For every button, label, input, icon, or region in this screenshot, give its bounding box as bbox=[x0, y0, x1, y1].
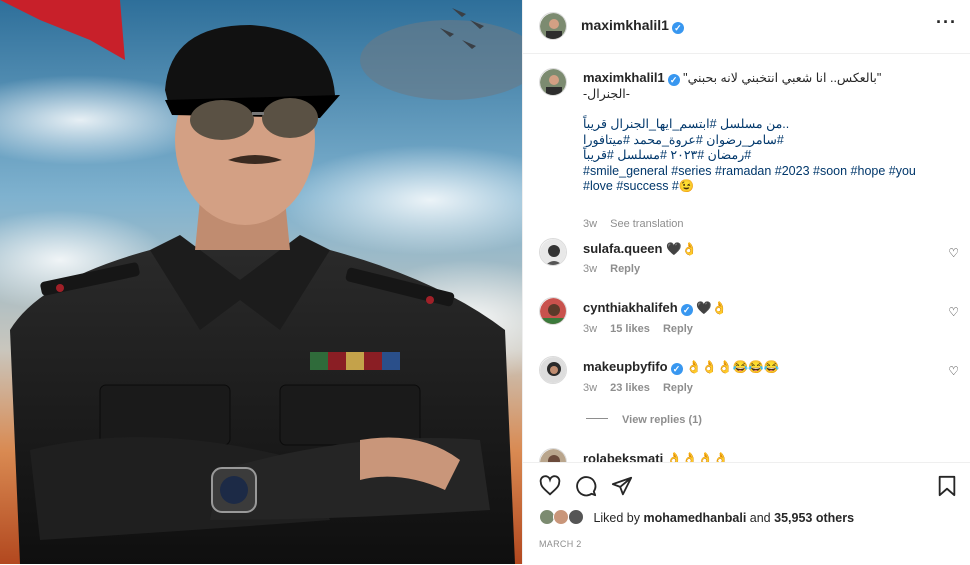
caption-line: "بالعكس.. انا شعبي انتخبني لانه بحبني" bbox=[683, 71, 882, 85]
comment-time: 3w bbox=[583, 382, 598, 394]
post-actions: Liked by mohamedhanbali and 35,953 other… bbox=[523, 462, 970, 565]
post-side-panel: maximkhalil1 ✓ ··· maximkhalil1 ✓ "بالعكس.… bbox=[522, 0, 970, 564]
comment-avatar[interactable] bbox=[539, 356, 567, 384]
comment-likes-count[interactable]: 23 likes bbox=[610, 382, 650, 394]
share-icon[interactable] bbox=[611, 475, 633, 502]
comment-avatar[interactable] bbox=[539, 238, 567, 266]
reply-button[interactable]: Reply bbox=[610, 263, 640, 275]
view-replies-button[interactable]: View replies (1) bbox=[622, 414, 702, 426]
caption-username[interactable]: maximkhalil1 ✓ bbox=[583, 70, 680, 86]
caption-time: 3w bbox=[583, 218, 598, 230]
bookmark-icon[interactable] bbox=[937, 475, 957, 502]
post-image bbox=[0, 0, 522, 564]
comment-meta: 3w 15 likes Reply bbox=[583, 323, 703, 335]
comment-meta: 3w 23 likes Reply bbox=[583, 382, 703, 394]
caption-hashtags[interactable]: #سامر_رضوان #عروة_محمد #ميتافورا bbox=[583, 133, 931, 149]
comment-meta: 3w Reply bbox=[583, 263, 650, 275]
comment-username[interactable]: cynthiakhalifeh ✓ bbox=[583, 300, 693, 316]
likes-prefix: Liked by bbox=[593, 511, 641, 525]
post-photo[interactable] bbox=[0, 0, 522, 564]
comment-text: 👌👌👌👌 bbox=[666, 452, 729, 462]
comment-username[interactable]: rolabeksmati bbox=[583, 451, 663, 462]
author-username-text[interactable]: maximkhalil1 bbox=[581, 17, 669, 33]
more-options-icon[interactable]: ··· bbox=[936, 12, 957, 33]
author-avatar[interactable] bbox=[539, 12, 567, 40]
comment-like-heart-icon[interactable]: ♡ bbox=[948, 246, 959, 260]
reply-button[interactable]: Reply bbox=[663, 323, 693, 335]
likes-count[interactable]: 35,953 others bbox=[774, 511, 854, 525]
caption-hashtags[interactable]: ..من مسلسل #ابتسم_ايها_الجنرال قريباً bbox=[583, 117, 931, 133]
caption-avatar[interactable] bbox=[539, 68, 567, 96]
verified-badge-icon: ✓ bbox=[670, 363, 683, 375]
comment-body: cynthiakhalifeh ✓ 🖤👌 bbox=[583, 300, 931, 317]
caption-line: -الجنرال- bbox=[583, 86, 630, 101]
likes-summary[interactable]: Liked by mohamedhanbali and 35,953 other… bbox=[539, 509, 854, 525]
comments-list[interactable]: maximkhalil1 ✓ "بالعكس.. انا شعبي انتخبني… bbox=[523, 54, 970, 462]
heart-icon[interactable] bbox=[539, 475, 561, 502]
comment-like-heart-icon[interactable]: ♡ bbox=[948, 364, 959, 378]
comment-body: makeupbyfifo ✓ 👌👌👌😂😂😂 bbox=[583, 359, 931, 376]
caption-meta: 3w See translation bbox=[583, 218, 694, 230]
caption-hashtags[interactable]: #love #success #😉 bbox=[583, 179, 931, 195]
caption-hashtags[interactable]: #رمضان #٢٠٢٣ #مسلسل #قريباً bbox=[583, 148, 931, 164]
verified-badge-icon: ✓ bbox=[671, 22, 684, 34]
comment-icon[interactable] bbox=[575, 475, 597, 502]
verified-badge-icon: ✓ bbox=[667, 74, 680, 86]
likes-and: and bbox=[749, 511, 771, 525]
reply-button[interactable]: Reply bbox=[663, 382, 693, 394]
comment-text: 🖤👌 bbox=[696, 301, 728, 315]
view-replies-line bbox=[586, 418, 608, 419]
comment-likes-count[interactable]: 15 likes bbox=[610, 323, 650, 335]
comment-text: 👌👌👌😂😂😂 bbox=[686, 360, 780, 374]
verified-badge-icon: ✓ bbox=[680, 304, 693, 316]
comment-avatar[interactable] bbox=[539, 297, 567, 325]
comment-username[interactable]: makeupbyfifo ✓ bbox=[583, 359, 683, 375]
comment-like-heart-icon[interactable]: ♡ bbox=[948, 305, 959, 319]
post-header: maximkhalil1 ✓ ··· bbox=[523, 0, 970, 54]
comment-time: 3w bbox=[583, 323, 598, 335]
comment-body: sulafa.queen 🖤👌 bbox=[583, 241, 931, 258]
view-replies[interactable]: View replies (1) bbox=[586, 414, 712, 426]
caption-hashtags[interactable]: #smile_general #series #ramadan #2023 #s… bbox=[583, 164, 931, 180]
see-translation-link[interactable]: See translation bbox=[610, 218, 683, 230]
likes-user[interactable]: mohamedhanbali bbox=[644, 511, 747, 525]
author-username[interactable]: maximkhalil1 ✓ bbox=[581, 17, 684, 34]
caption-body: maximkhalil1 ✓ "بالعكس.. انا شعبي انتخبني… bbox=[583, 70, 931, 195]
comment-avatar[interactable] bbox=[539, 448, 567, 462]
post-date[interactable]: MARCH 2 bbox=[539, 539, 582, 549]
comment-username[interactable]: sulafa.queen bbox=[583, 241, 662, 256]
liker-avatar bbox=[567, 509, 584, 525]
comment-time: 3w bbox=[583, 263, 598, 275]
comment-text: 🖤👌 bbox=[665, 242, 698, 256]
comment-body: rolabeksmati 👌👌👌👌 bbox=[583, 451, 931, 462]
